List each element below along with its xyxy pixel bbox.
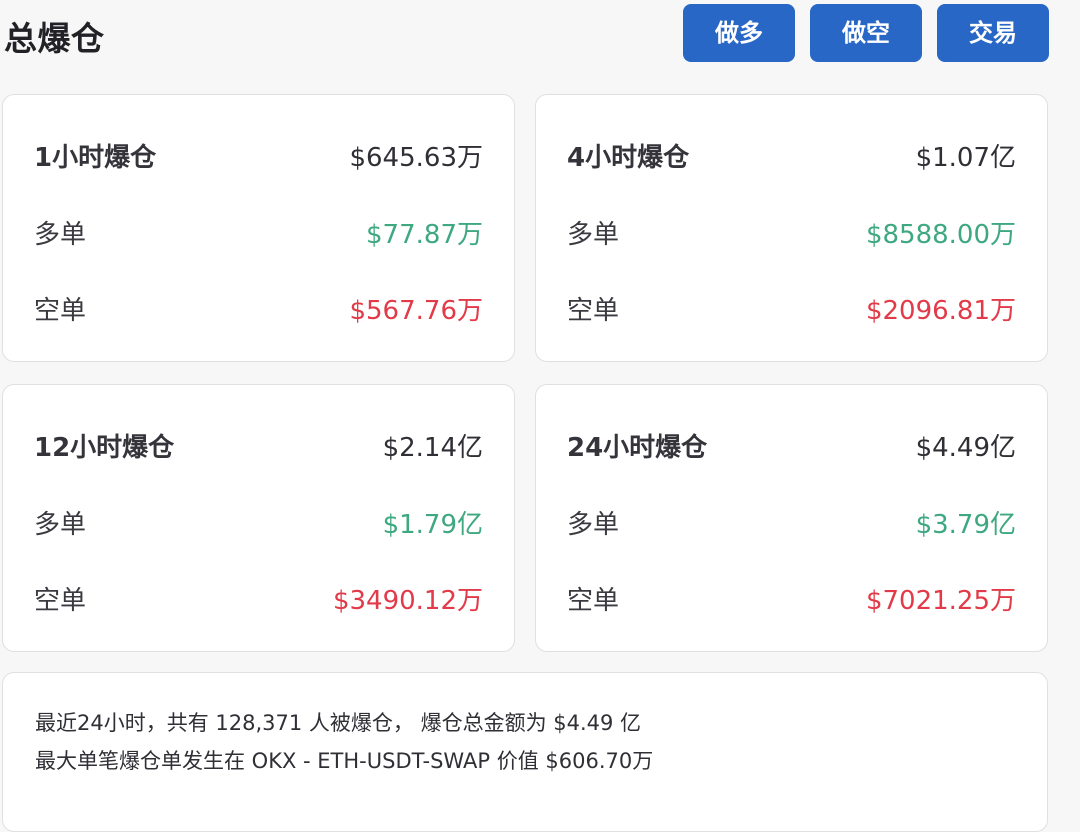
total-value: $645.63万 xyxy=(349,143,483,173)
total-row: 1小时爆仓 $645.63万 xyxy=(34,138,483,178)
total-value: $1.07亿 xyxy=(915,143,1016,173)
long-label: 多单 xyxy=(34,220,87,250)
page-title: 总爆仓 xyxy=(4,19,105,58)
short-label: 空单 xyxy=(34,296,87,326)
short-value: $3490.12万 xyxy=(332,586,483,616)
card-title: 12小时爆仓 xyxy=(34,433,175,463)
card-title: 24小时爆仓 xyxy=(567,433,708,463)
trade-button[interactable]: 交易 xyxy=(937,4,1049,62)
long-label: 多单 xyxy=(567,510,620,540)
long-row: 多单 $8588.00万 xyxy=(567,215,1016,255)
short-row: 空单 $7021.25万 xyxy=(567,581,1016,621)
short-label: 空单 xyxy=(34,586,87,616)
short-row: 空单 $567.76万 xyxy=(34,291,483,331)
total-row: 12小时爆仓 $2.14亿 xyxy=(34,428,483,468)
long-row: 多单 $77.87万 xyxy=(34,215,483,255)
short-label: 空单 xyxy=(567,296,620,326)
short-row: 空单 $3490.12万 xyxy=(34,581,483,621)
short-row: 空单 $2096.81万 xyxy=(567,291,1016,331)
summary-line-total: 最近24小时，共有 128,371 人被爆仓， 爆仓总金额为 $4.49 亿 xyxy=(35,711,642,735)
short-label: 空单 xyxy=(567,586,620,616)
liquidation-card-24h: 24小时爆仓 $4.49亿 多单 $3.79亿 空单 $7021.25万 xyxy=(535,384,1048,652)
total-row: 4小时爆仓 $1.07亿 xyxy=(567,138,1016,178)
header: 总爆仓 做多 做空 交易 xyxy=(0,0,1080,80)
total-value: $2.14亿 xyxy=(382,433,483,463)
long-value: $3.79亿 xyxy=(915,510,1016,540)
long-button[interactable]: 做多 xyxy=(683,4,795,62)
short-value: $567.76万 xyxy=(349,296,483,326)
liquidation-card-4h: 4小时爆仓 $1.07亿 多单 $8588.00万 空单 $2096.81万 xyxy=(535,94,1048,362)
total-value: $4.49亿 xyxy=(915,433,1016,463)
total-row: 24小时爆仓 $4.49亿 xyxy=(567,428,1016,468)
long-value: $1.79亿 xyxy=(382,510,483,540)
summary-panel: 最近24小时，共有 128,371 人被爆仓， 爆仓总金额为 $4.49 亿 最… xyxy=(2,672,1048,832)
liquidation-card-1h: 1小时爆仓 $645.63万 多单 $77.87万 空单 $567.76万 xyxy=(2,94,515,362)
short-value: $2096.81万 xyxy=(865,296,1016,326)
liquidation-card-12h: 12小时爆仓 $2.14亿 多单 $1.79亿 空单 $3490.12万 xyxy=(2,384,515,652)
card-title: 1小时爆仓 xyxy=(34,143,157,173)
long-value: $8588.00万 xyxy=(865,220,1016,250)
summary-line-largest: 最大单笔爆仓单发生在 OKX - ETH-USDT-SWAP 价值 $606.7… xyxy=(35,749,654,773)
short-button[interactable]: 做空 xyxy=(810,4,922,62)
long-label: 多单 xyxy=(34,510,87,540)
long-row: 多单 $1.79亿 xyxy=(34,505,483,545)
long-row: 多单 $3.79亿 xyxy=(567,505,1016,545)
card-title: 4小时爆仓 xyxy=(567,143,690,173)
long-label: 多单 xyxy=(567,220,620,250)
long-value: $77.87万 xyxy=(366,220,483,250)
short-value: $7021.25万 xyxy=(865,586,1016,616)
